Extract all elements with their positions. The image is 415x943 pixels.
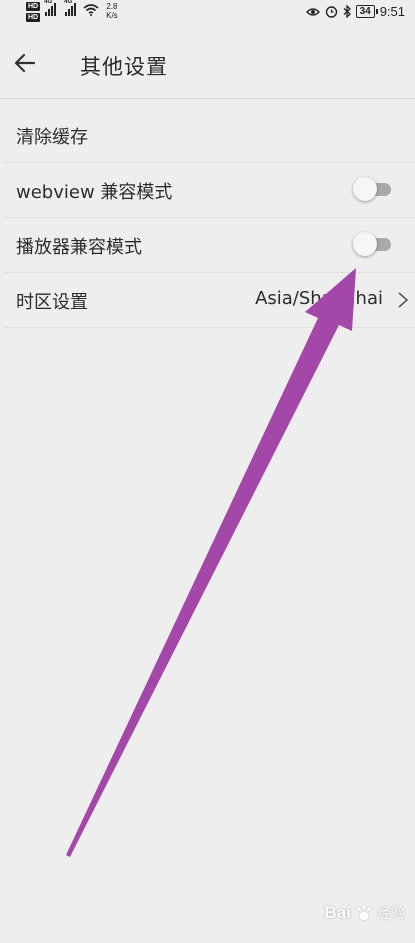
setting-label: 时区设置 [16,292,88,313]
watermark-brand: Bai [324,903,351,922]
timezone-value: Asia/Shanghai [255,288,383,309]
app-bar: 其他设置 [0,28,415,99]
wifi-icon [83,4,99,16]
battery-icon: 34 [355,5,378,18]
page-title: 其他设置 [80,55,168,79]
status-left: HD HD 4G 4G 2.8 K/s [26,0,118,22]
paw-icon [356,904,372,921]
hd-badge-1: HD [26,2,41,11]
setting-label: 清除缓存 [16,127,88,148]
webview-compat-toggle[interactable] [353,177,391,201]
clock: 9:51 [379,4,405,19]
status-right: 34 9:51 [305,4,405,19]
setting-webview-compat[interactable]: webview 兼容模式 [4,163,415,218]
setting-label: webview 兼容模式 [16,182,173,203]
alarm-icon [325,6,337,18]
signal-icon-sim1: 4G [44,0,57,16]
player-compat-toggle[interactable] [353,232,391,256]
setting-clear-cache[interactable]: 清除缓存 [4,108,415,163]
eye-icon [305,7,320,16]
watermark-suffix: 经验 [377,905,405,921]
network-speed: 2.8 K/s [106,2,118,20]
setting-player-compat[interactable]: 播放器兼容模式 [4,218,415,273]
setting-timezone[interactable]: 时区设置 Asia/Shanghai [4,273,415,328]
back-arrow-icon[interactable] [12,50,38,76]
bluetooth-icon [343,5,351,18]
chevron-right-icon [398,292,409,308]
signal-icon-sim2: 4G [64,0,77,16]
settings-list: 清除缓存 webview 兼容模式 播放器兼容模式 时区设置 Asia/Shan… [0,108,415,328]
baidu-watermark: Bai 经验 [325,903,405,923]
hd-badge-2: HD [26,13,41,22]
status-bar: HD HD 4G 4G 2.8 K/s 34 9:51 [0,0,415,28]
setting-label: 播放器兼容模式 [16,237,142,258]
